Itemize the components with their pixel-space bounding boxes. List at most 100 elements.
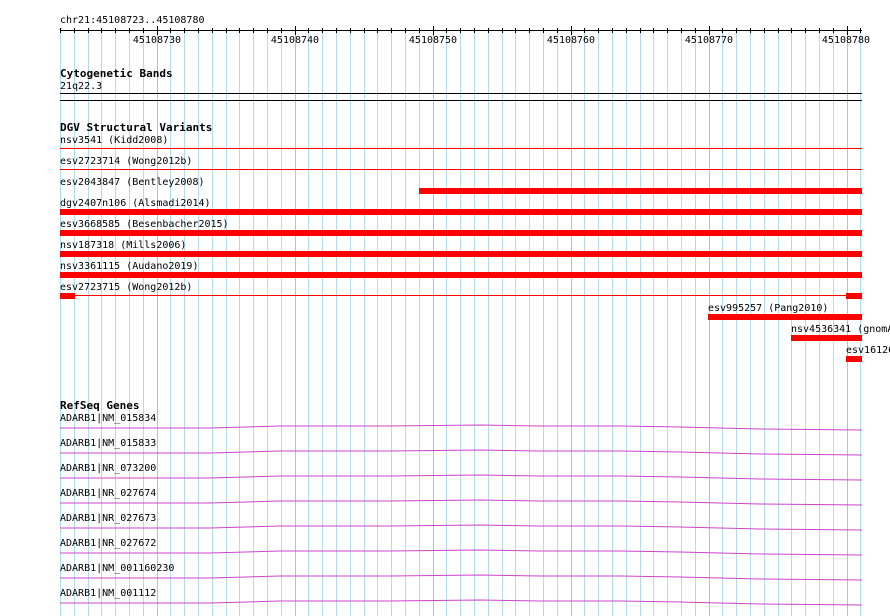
ruler-tick <box>695 28 696 33</box>
variant-feature[interactable] <box>60 230 862 236</box>
ruler-tick <box>322 28 323 33</box>
gene-model[interactable] <box>60 548 863 558</box>
ruler-tick <box>405 28 406 33</box>
ruler-tick <box>143 28 144 33</box>
ruler-tick <box>778 28 779 33</box>
gene-model[interactable] <box>60 448 863 458</box>
cytoband-line <box>60 93 862 94</box>
gene-model[interactable] <box>60 598 863 608</box>
variant-feature[interactable] <box>60 169 862 170</box>
ruler-tick <box>598 28 599 33</box>
ruler-tick <box>833 28 834 33</box>
gene-model[interactable] <box>60 473 863 483</box>
variant-label[interactable]: esv2723715 (Wong2012b) <box>60 282 192 293</box>
variant-label[interactable]: esv2043847 (Bentley2008) <box>60 177 205 188</box>
variant-label[interactable]: nsv187318 (Mills2006) <box>60 240 186 251</box>
ruler-tick <box>860 28 861 33</box>
ruler-tick <box>529 28 530 33</box>
variant-feature[interactable] <box>60 293 75 299</box>
variant-label[interactable]: nsv3361115 (Audano2019) <box>60 261 198 272</box>
ruler-tick <box>736 28 737 33</box>
ruler-tick <box>584 28 585 33</box>
tick-label: 45108740 <box>270 35 320 46</box>
variant-label[interactable]: nsv3541 (Kidd2008) <box>60 135 168 146</box>
variant-label[interactable]: dgv2407n106 (Alsmadi2014) <box>60 198 211 209</box>
gene-model[interactable] <box>60 423 863 433</box>
ruler-tick <box>612 28 613 33</box>
variant-label[interactable]: esv16126 <box>846 345 890 356</box>
dgv-track-title[interactable]: DGV Structural Variants <box>60 122 212 134</box>
variant-label[interactable]: esv3668585 (Besenbacher2015) <box>60 219 229 230</box>
ruler-tick <box>101 28 102 33</box>
variant-label[interactable]: esv995257 (Pang2010) <box>708 303 828 314</box>
ruler-tick <box>515 28 516 33</box>
ruler-tick <box>364 28 365 33</box>
tick-label: 45108750 <box>408 35 458 46</box>
cytoband-track-title[interactable]: Cytogenetic Bands <box>60 68 173 80</box>
ruler-tick <box>350 28 351 33</box>
tick-label: 45108780 <box>821 35 871 46</box>
ruler-tick <box>281 28 282 33</box>
variant-feature[interactable] <box>846 356 862 362</box>
ruler-axis <box>60 30 862 31</box>
ruler-tick <box>722 28 723 33</box>
ruler-tick <box>460 28 461 33</box>
variant-feature[interactable] <box>60 272 862 278</box>
ruler-tick <box>377 28 378 33</box>
ruler-tick <box>226 28 227 33</box>
ruler-tick <box>543 28 544 33</box>
ruler-tick <box>336 28 337 33</box>
ruler-tick <box>129 28 130 33</box>
ruler-tick <box>791 28 792 33</box>
variant-feature[interactable] <box>708 314 862 320</box>
ruler-tick <box>805 28 806 33</box>
ruler-tick <box>74 28 75 33</box>
ruler-tick <box>308 28 309 33</box>
ruler-tick <box>253 28 254 33</box>
tick-label: 45108770 <box>684 35 734 46</box>
variant-feature[interactable] <box>60 251 862 257</box>
variant-label[interactable]: esv2723714 (Wong2012b) <box>60 156 192 167</box>
cytoband-line <box>60 100 862 101</box>
ruler-tick <box>115 28 116 33</box>
refseq-track-title[interactable]: RefSeq Genes <box>60 400 139 412</box>
ruler-tick <box>764 28 765 33</box>
location-label: chr21:45108723..45108780 <box>60 15 205 26</box>
ruler-tick <box>474 28 475 33</box>
ruler-tick <box>419 28 420 33</box>
ruler-tick <box>681 28 682 33</box>
ruler-tick <box>557 28 558 33</box>
ruler-tick <box>60 28 61 33</box>
variant-feature[interactable] <box>60 295 862 296</box>
variant-feature[interactable] <box>846 293 862 299</box>
ruler-tick <box>295 26 296 35</box>
gene-model[interactable] <box>60 523 863 533</box>
ruler-tick <box>433 26 434 35</box>
ruler-tick <box>488 28 489 33</box>
variant-feature[interactable] <box>419 188 862 194</box>
ruler-tick <box>571 26 572 35</box>
ruler-tick <box>157 26 158 35</box>
ruler-tick <box>198 28 199 33</box>
cytoband-label[interactable]: 21q22.3 <box>60 81 102 92</box>
variant-feature[interactable] <box>791 335 862 341</box>
ruler-tick <box>239 28 240 33</box>
gene-model[interactable] <box>60 498 863 508</box>
gene-model[interactable] <box>60 573 863 583</box>
ruler-tick <box>391 28 392 33</box>
ruler-tick <box>750 28 751 33</box>
ruler-tick <box>212 28 213 33</box>
tick-label: 45108730 <box>132 35 182 46</box>
ruler-tick <box>88 28 89 33</box>
ruler-tick <box>267 28 268 33</box>
ruler-tick <box>626 28 627 33</box>
ruler-tick <box>170 28 171 33</box>
tick-label: 45108760 <box>546 35 596 46</box>
variant-feature[interactable] <box>60 148 862 149</box>
ruler-tick <box>446 28 447 33</box>
ruler-tick <box>653 28 654 33</box>
ruler-tick <box>709 26 710 35</box>
variant-feature[interactable] <box>60 209 862 215</box>
variant-label[interactable]: nsv4536341 (gnomA <box>791 324 890 335</box>
ruler-tick <box>640 28 641 33</box>
